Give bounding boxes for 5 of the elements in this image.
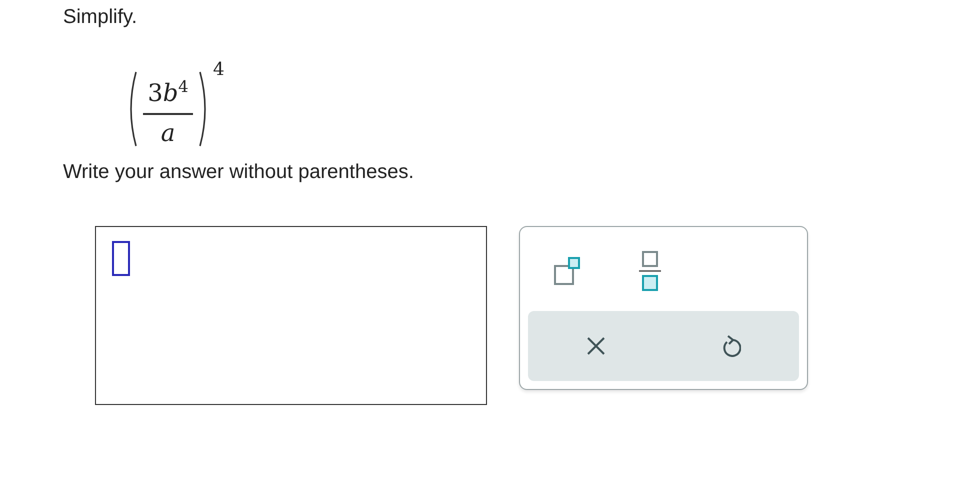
fraction-numerator: 3b$^{4}$ <box>148 76 188 107</box>
fraction-denominator: a <box>160 118 176 146</box>
exponent: 4 <box>213 59 224 80</box>
instruction-text: Simplify. <box>63 6 138 29</box>
instruction-text: Write your answer without parentheses. <box>63 161 415 184</box>
